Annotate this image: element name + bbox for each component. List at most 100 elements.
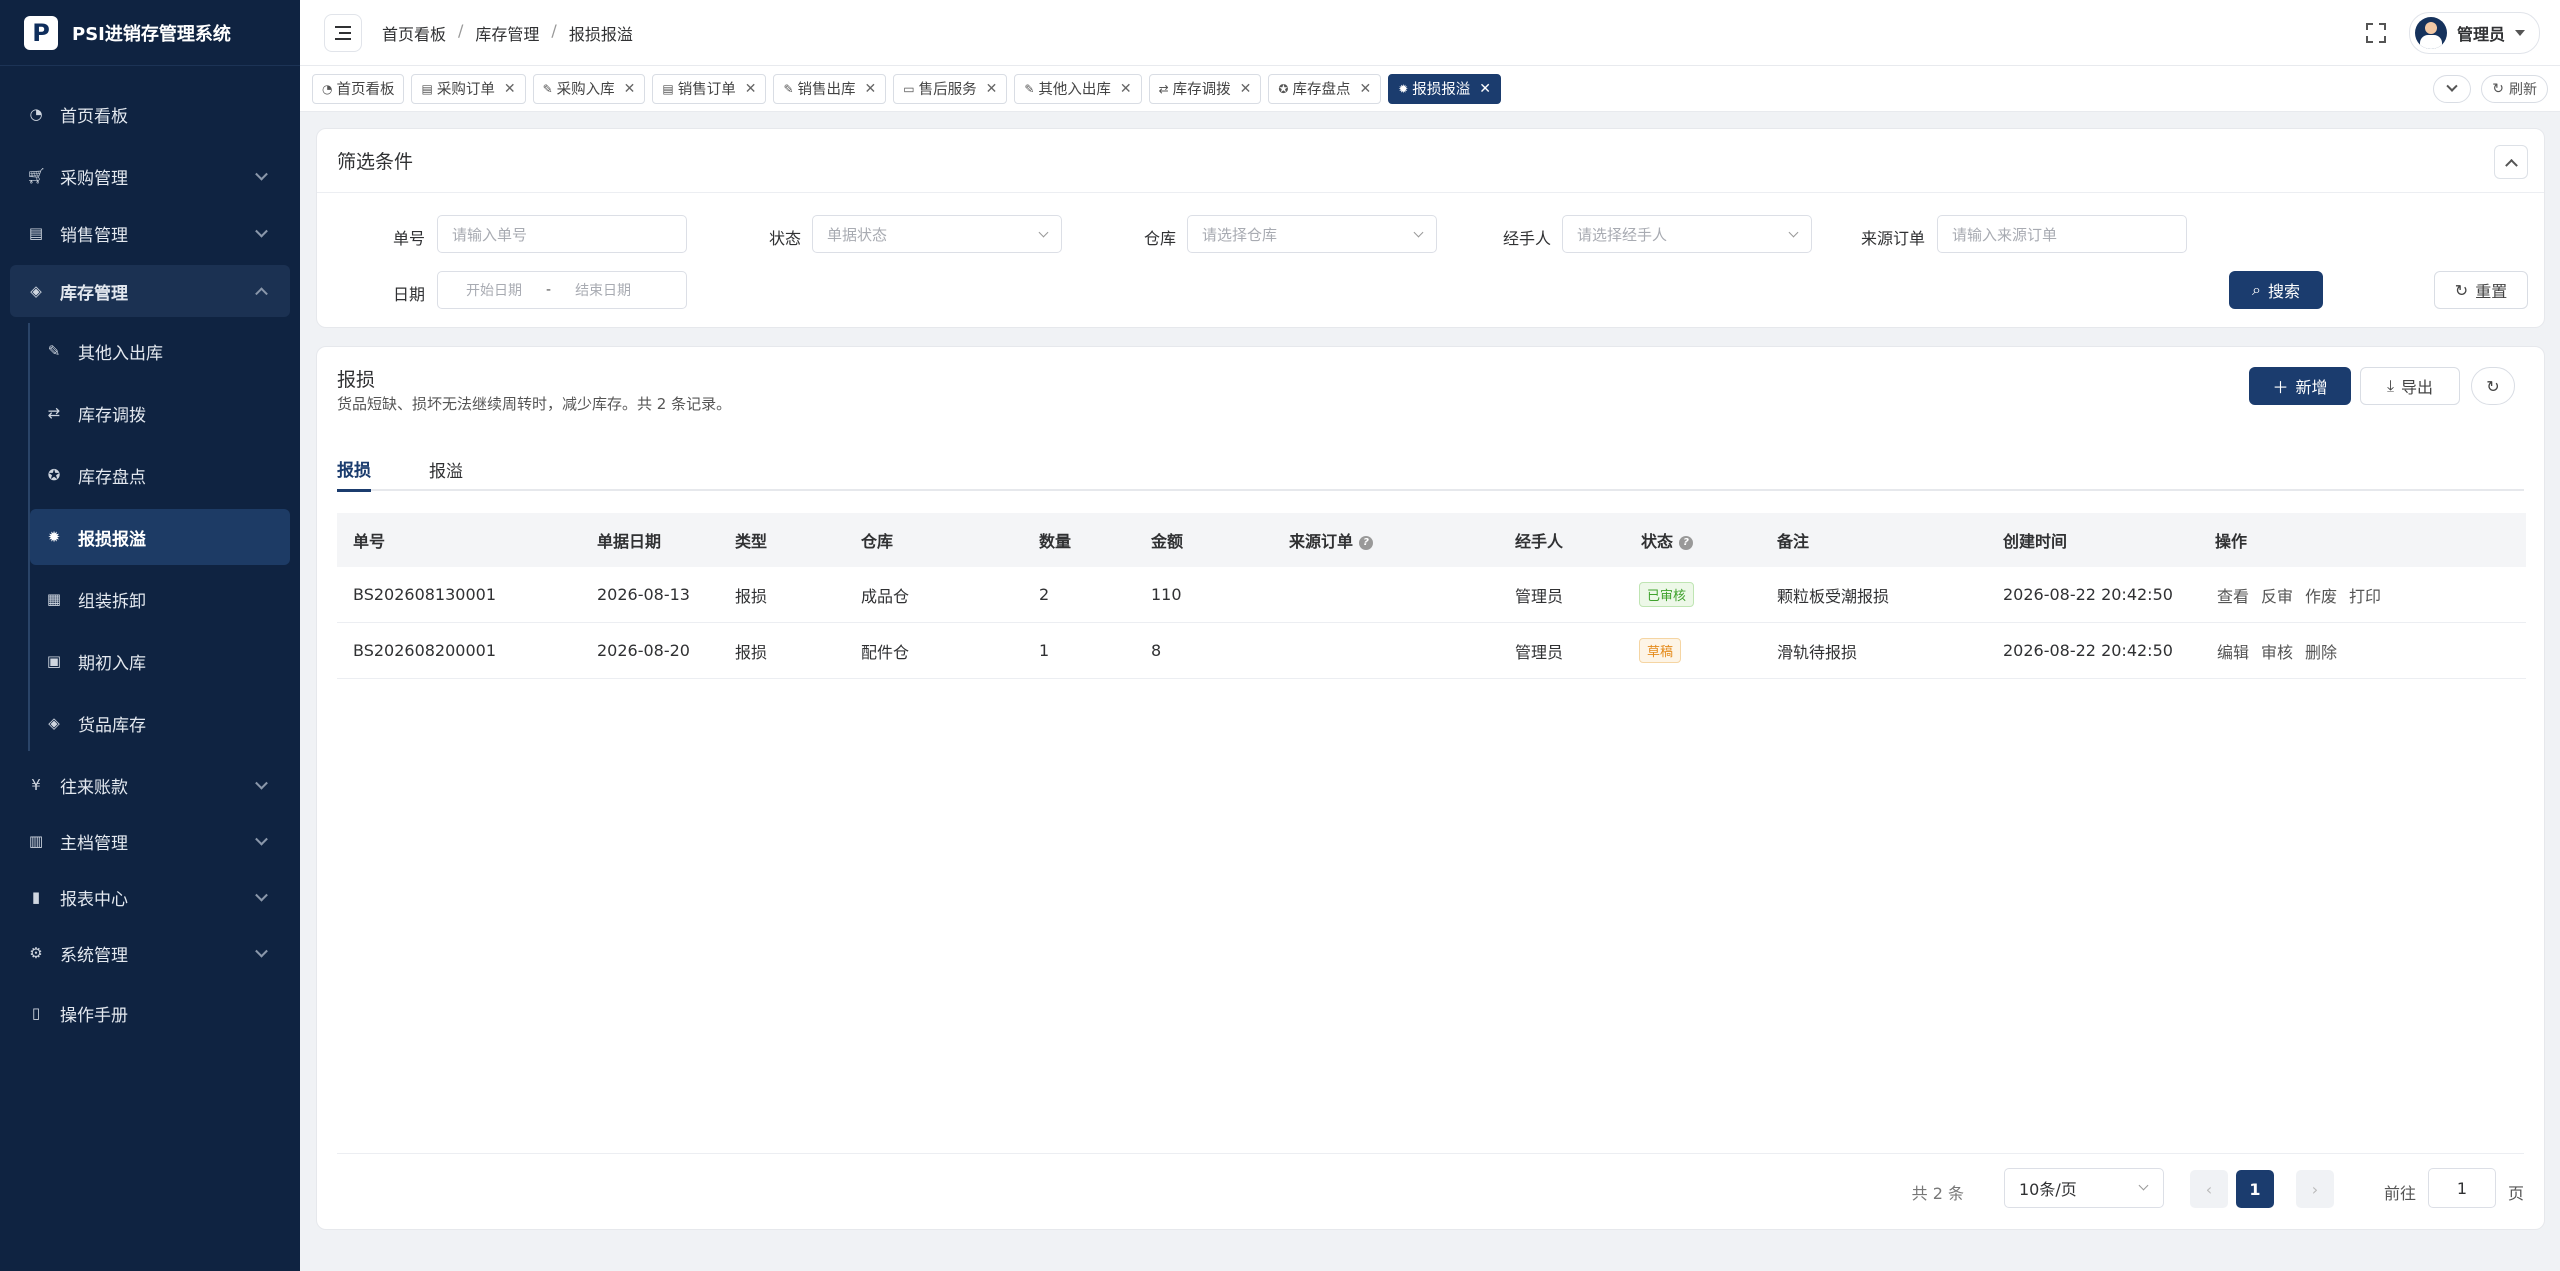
tabs-dropdown-button[interactable] xyxy=(2433,74,2472,103)
end-date-input[interactable]: 结束日期 xyxy=(575,280,631,300)
close-icon[interactable]: ✕ xyxy=(504,81,516,97)
app-title: PSI进销存管理系统 xyxy=(72,23,231,45)
print-link[interactable]: 打印 xyxy=(2349,583,2381,607)
tab-transfer[interactable]: ⇄ 库存调拨 ✕ xyxy=(1148,73,1262,104)
date-label: 日期 xyxy=(393,285,426,304)
handler-select[interactable]: 请选择经手人 xyxy=(1562,215,1812,253)
close-icon[interactable]: ✕ xyxy=(1359,81,1371,97)
unapprove-link[interactable]: 反审 xyxy=(2261,583,2293,607)
sidebar-item-sales[interactable]: ▤ 销售管理 xyxy=(10,207,290,259)
filter-card: 筛选条件 单号 请输入单号 状态 单据状态 仓库 请选择仓库 经手人 请选择经手… xyxy=(316,128,2545,328)
sidebar-item-system[interactable]: ⚙ 系统管理 xyxy=(10,927,290,979)
tab-sales-order[interactable]: ▤ 销售订单 ✕ xyxy=(652,73,767,104)
add-button[interactable]: ＋新增 xyxy=(2249,367,2351,405)
sidebar-item-assembly[interactable]: ▦ 组装拆卸 xyxy=(30,571,290,627)
yen-icon: ¥ xyxy=(31,776,41,794)
close-icon[interactable]: ✕ xyxy=(1120,81,1132,97)
plus-icon: ＋ xyxy=(2272,378,2289,397)
tab-dashboard[interactable]: ◔ 首页看板 xyxy=(312,73,405,104)
collapse-button[interactable] xyxy=(2494,145,2528,179)
prev-page-button[interactable]: ‹ xyxy=(2190,1170,2228,1208)
page-number-current[interactable]: 1 xyxy=(2236,1170,2274,1208)
search-button[interactable]: ⌕ 搜索 xyxy=(2229,271,2323,309)
list-title: 报损 xyxy=(337,369,376,391)
close-icon[interactable]: ✕ xyxy=(1479,81,1491,97)
tab-purchase-in[interactable]: ✎ 采购入库 ✕ xyxy=(532,73,646,104)
breadcrumb-inventory[interactable]: 库存管理 xyxy=(475,21,539,45)
help-icon[interactable]: ? xyxy=(1359,535,1374,550)
logo-icon: P xyxy=(24,15,58,50)
user-menu[interactable]: 管理员 xyxy=(2408,11,2540,54)
sidebar-item-accounts[interactable]: ¥ 往来账款 xyxy=(10,759,290,811)
refresh-icon: ↻ xyxy=(2454,280,2469,300)
void-link[interactable]: 作废 xyxy=(2305,583,2337,607)
status-select[interactable]: 单据状态 xyxy=(812,215,1062,253)
data-table: 单号 单据日期 类型 仓库 数量 金额 来源订单? 经手人 状态? 备注 创建时… xyxy=(337,513,2526,679)
table-row[interactable]: BS202608200001 2026-08-20 报损 配件仓 1 8 管理员… xyxy=(337,623,2526,679)
sidebar-item-dashboard[interactable]: ◔ 首页看板 xyxy=(10,88,290,140)
goto-page-input[interactable]: 1 xyxy=(2428,1168,2496,1208)
edit-icon: ✎ xyxy=(783,81,794,96)
tab-gain[interactable]: 报溢 xyxy=(429,447,463,491)
start-date-input[interactable]: 开始日期 xyxy=(466,280,522,300)
tab-loss-gain[interactable]: ✹ 报损报溢 ✕ xyxy=(1388,73,1501,104)
sidebar-item-stocktake[interactable]: ✪ 库存盘点 xyxy=(30,447,290,503)
breadcrumb-home[interactable]: 首页看板 xyxy=(382,21,446,45)
source-order-input[interactable]: 请输入来源订单 xyxy=(1937,215,2187,253)
page-size-select[interactable]: 10条/页 xyxy=(2004,1168,2164,1208)
edit-icon: ✎ xyxy=(47,342,61,360)
sidebar-item-purchase[interactable]: 🛒︎ 采购管理 xyxy=(10,150,290,202)
caret-down-icon xyxy=(2515,29,2525,36)
close-icon[interactable]: ✕ xyxy=(745,81,757,97)
sidebar: P PSI进销存管理系统 ◔ 首页看板 🛒︎ 采购管理 ▤ 销售管理 ◈ 库存管理 ✎ 其… xyxy=(0,0,300,1271)
reset-button[interactable]: ↻ 重置 xyxy=(2434,271,2528,309)
document-icon: ▤ xyxy=(421,81,433,96)
delete-link[interactable]: 删除 xyxy=(2305,639,2337,663)
sidebar-item-other-inout[interactable]: ✎ 其他入出库 xyxy=(30,323,290,379)
page-suffix: 页 xyxy=(2507,1184,2524,1203)
layers-icon: ◈ xyxy=(48,714,60,732)
export-button[interactable]: ⤓ 导出 xyxy=(2360,367,2460,405)
help-icon[interactable]: ? xyxy=(1679,535,1694,550)
app-logo[interactable]: P PSI进销存管理系统 xyxy=(0,0,300,66)
sidebar-item-opening[interactable]: ▣ 期初入库 xyxy=(30,633,290,689)
transfer-icon: ⇄ xyxy=(1158,81,1169,96)
next-page-button[interactable]: › xyxy=(2296,1170,2334,1208)
table-header: 单号 单据日期 类型 仓库 数量 金额 来源订单? 经手人 状态? 备注 创建时… xyxy=(337,513,2526,567)
table-row[interactable]: BS202608130001 2026-08-13 报损 成品仓 2 110 管… xyxy=(337,567,2526,623)
sidebar-item-stock[interactable]: ◈ 货品库存 xyxy=(30,695,290,751)
sidebar-item-loss-gain[interactable]: ✹ 报损报溢 xyxy=(30,509,290,565)
refresh-button[interactable]: ↻ 刷新 xyxy=(2481,74,2548,103)
tab-after-sales[interactable]: ▭ 售后服务 ✕ xyxy=(893,73,1008,104)
tab-other-inout[interactable]: ✎ 其他入出库 ✕ xyxy=(1014,73,1142,104)
tab-loss[interactable]: 报损 xyxy=(337,447,371,492)
goto-label: 前往 xyxy=(2383,1184,2416,1203)
menu-toggle-icon[interactable] xyxy=(324,13,362,52)
edit-link[interactable]: 编辑 xyxy=(2217,639,2249,663)
sidebar-item-manual[interactable]: ▯ 操作手册 xyxy=(10,987,290,1039)
tab-sales-out[interactable]: ✎ 销售出库 ✕ xyxy=(773,73,887,104)
chevron-down-icon xyxy=(255,832,268,846)
warehouse-select[interactable]: 请选择仓库 xyxy=(1187,215,1437,253)
tab-purchase-order[interactable]: ▤ 采购订单 ✕ xyxy=(411,73,526,104)
date-range-picker[interactable]: 开始日期 - 结束日期 xyxy=(437,271,687,309)
view-link[interactable]: 查看 xyxy=(2217,583,2249,607)
inner-tabs: 报损 报溢 xyxy=(337,447,2524,492)
close-icon[interactable]: ✕ xyxy=(624,81,636,97)
avatar xyxy=(2414,16,2447,49)
gear-icon: ⚙ xyxy=(29,944,43,962)
close-icon[interactable]: ✕ xyxy=(865,81,877,97)
sidebar-item-master[interactable]: ▥ 主档管理 xyxy=(10,815,290,867)
close-icon[interactable]: ✕ xyxy=(1240,81,1252,97)
reload-button[interactable]: ↻ xyxy=(2471,367,2515,405)
chevron-down-icon xyxy=(255,888,268,902)
order-no-input[interactable]: 请输入单号 xyxy=(437,215,687,253)
fullscreen-icon[interactable] xyxy=(2363,20,2389,46)
close-icon[interactable]: ✕ xyxy=(986,81,998,97)
tab-stocktake[interactable]: ✪ 库存盘点 ✕ xyxy=(1268,73,1382,104)
sidebar-item-inventory[interactable]: ◈ 库存管理 xyxy=(10,265,290,317)
sidebar-item-reports[interactable]: ▮ 报表中心 xyxy=(10,871,290,923)
approve-link[interactable]: 审核 xyxy=(2261,639,2293,663)
chevron-down-icon xyxy=(1788,227,1799,238)
sidebar-item-transfer[interactable]: ⇄ 库存调拨 xyxy=(30,385,290,441)
